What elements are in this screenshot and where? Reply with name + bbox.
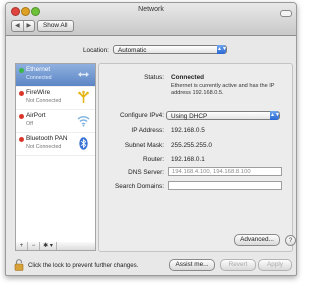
status-note: Ethernet is currently active and has the… [171,83,275,96]
service-item-bluetooth-pan[interactable]: Bluetooth PAN Not Connected [16,133,95,156]
location-popup[interactable]: Automatic ▲▼ [113,45,227,54]
service-list: Ethernet Connected FireWire Not Connecte… [15,63,96,243]
subnet-mask-label: Subnet Mask: [124,142,164,149]
service-item-ethernet[interactable]: Ethernet Connected [16,64,95,87]
status-value: Connected [171,74,205,81]
show-all-button[interactable]: Show All [37,20,74,32]
location-value: Automatic [118,47,147,54]
advanced-button[interactable]: Advanced... [234,234,280,246]
window-title: Network [138,6,164,13]
revert-button[interactable]: Revert [220,259,256,271]
dns-server-field[interactable]: 194.168.4.100, 194.168.8.100 [168,167,282,176]
ip-address-value: 192.168.0.5 [171,127,205,134]
service-item-firewire[interactable]: FireWire Not Connected [16,87,95,110]
toolbar-toggle-button[interactable] [280,10,292,17]
status-label: Status: [144,74,164,81]
subnet-mask-value: 255.255.255.0 [171,142,212,149]
popup-arrows-icon: ▲▼ [217,45,227,54]
service-name: AirPort [26,112,46,119]
apply-button[interactable]: Apply [258,259,292,271]
back-forward-buttons: ◀ ▶ [11,20,35,32]
status-dot-icon [19,114,24,119]
service-list-controls: + − ✱ ▾ [15,242,96,251]
dns-server-label: DNS Server: [128,169,164,176]
service-name: Ethernet [26,66,51,73]
router-value: 192.168.0.1 [171,156,205,163]
network-preferences-window: Network ◀ ▶ Show All Location: Automatic… [5,2,297,276]
lock-message: Click the lock to prevent further change… [28,262,139,269]
firewire-icon [76,90,91,105]
configure-ipv4-popup[interactable]: Using DHCP ▲▼ [166,111,280,120]
assist-me-button[interactable]: Assist me... [169,259,215,271]
wifi-icon [76,113,91,128]
service-name: Bluetooth PAN [26,135,68,142]
service-name: FireWire [26,89,51,96]
service-status: Not Connected [26,98,62,104]
search-domains-field[interactable] [168,181,282,190]
back-button[interactable]: ◀ [12,21,23,31]
router-label: Router: [143,156,164,163]
status-dot-icon [19,137,24,142]
service-item-airport[interactable]: AirPort Off [16,110,95,133]
ip-address-label: IP Address: [131,127,164,134]
service-status: Off [26,121,33,127]
service-status: Not Connected [26,144,62,150]
status-dot-icon [19,91,24,96]
search-domains-label: Search Domains: [114,183,164,190]
title-bar: Network ◀ ▶ Show All [6,3,296,36]
ethernet-arrows-icon [76,67,91,82]
service-status: Connected [26,75,52,81]
popup-arrows-icon: ▲▼ [270,111,280,120]
configure-ipv4-value: Using DHCP [171,113,208,120]
remove-service-button[interactable]: − [28,242,40,250]
help-button[interactable]: ? [285,235,296,246]
bluetooth-icon [76,136,91,151]
action-menu-button[interactable]: ✱ ▾ [40,242,57,250]
forward-button[interactable]: ▶ [22,21,35,31]
configure-ipv4-label: Configure IPv4: [119,112,164,119]
add-service-button[interactable]: + [16,242,28,250]
location-label: Location: [83,47,109,54]
lock-icon[interactable] [14,259,24,271]
status-dot-icon [19,68,24,73]
